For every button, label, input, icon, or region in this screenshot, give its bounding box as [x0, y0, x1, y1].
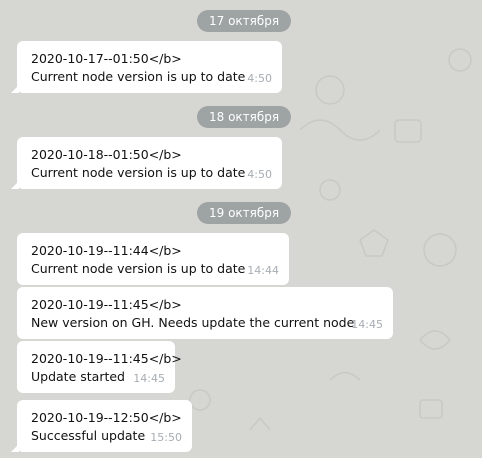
- message-bubble[interactable]: 2020-10-18--01:50</b> Current node versi…: [11, 137, 282, 189]
- message-bubble[interactable]: 2020-10-19--12:50</b> Successful update …: [11, 400, 192, 452]
- message-header: 2020-10-19--12:50</b>: [31, 410, 182, 425]
- message-time: 14:44: [247, 264, 279, 277]
- message-time: 14:45: [351, 318, 383, 331]
- date-separator: 17 октября: [197, 10, 292, 32]
- message-bubble[interactable]: 2020-10-19--11:45</b> New version on GH.…: [17, 287, 393, 339]
- bubble-tail: [11, 85, 19, 93]
- message-text: Current node version is up to date: [31, 69, 246, 84]
- message-time: 15:50: [150, 431, 182, 444]
- bubble-tail: [11, 444, 19, 452]
- message-bubble[interactable]: 2020-10-17--01:50</b> Current node versi…: [11, 41, 282, 93]
- message-text: Current node version is up to date: [31, 261, 246, 276]
- message-header: 2020-10-18--01:50</b>: [31, 147, 182, 162]
- message-header: 2020-10-19--11:45</b>: [31, 297, 182, 312]
- message-header: 2020-10-19--11:44</b>: [31, 243, 182, 258]
- date-separator: 18 октября: [197, 106, 292, 128]
- message-text: Current node version is up to date: [31, 165, 246, 180]
- message-header: 2020-10-17--01:50</b>: [31, 51, 182, 66]
- message-bubble[interactable]: 2020-10-19--11:44</b> Current node versi…: [17, 233, 289, 285]
- date-separator: 19 октября: [197, 202, 292, 224]
- bubble-tail: [11, 181, 19, 189]
- message-header: 2020-10-19--11:45</b>: [31, 351, 182, 366]
- message-time: 4:50: [247, 72, 272, 85]
- message-time: 4:50: [247, 168, 272, 181]
- message-time: 14:45: [133, 372, 165, 385]
- message-bubble[interactable]: 2020-10-19--11:45</b> Update started 14:…: [17, 341, 182, 393]
- message-text: New version on GH. Needs update the curr…: [31, 315, 355, 330]
